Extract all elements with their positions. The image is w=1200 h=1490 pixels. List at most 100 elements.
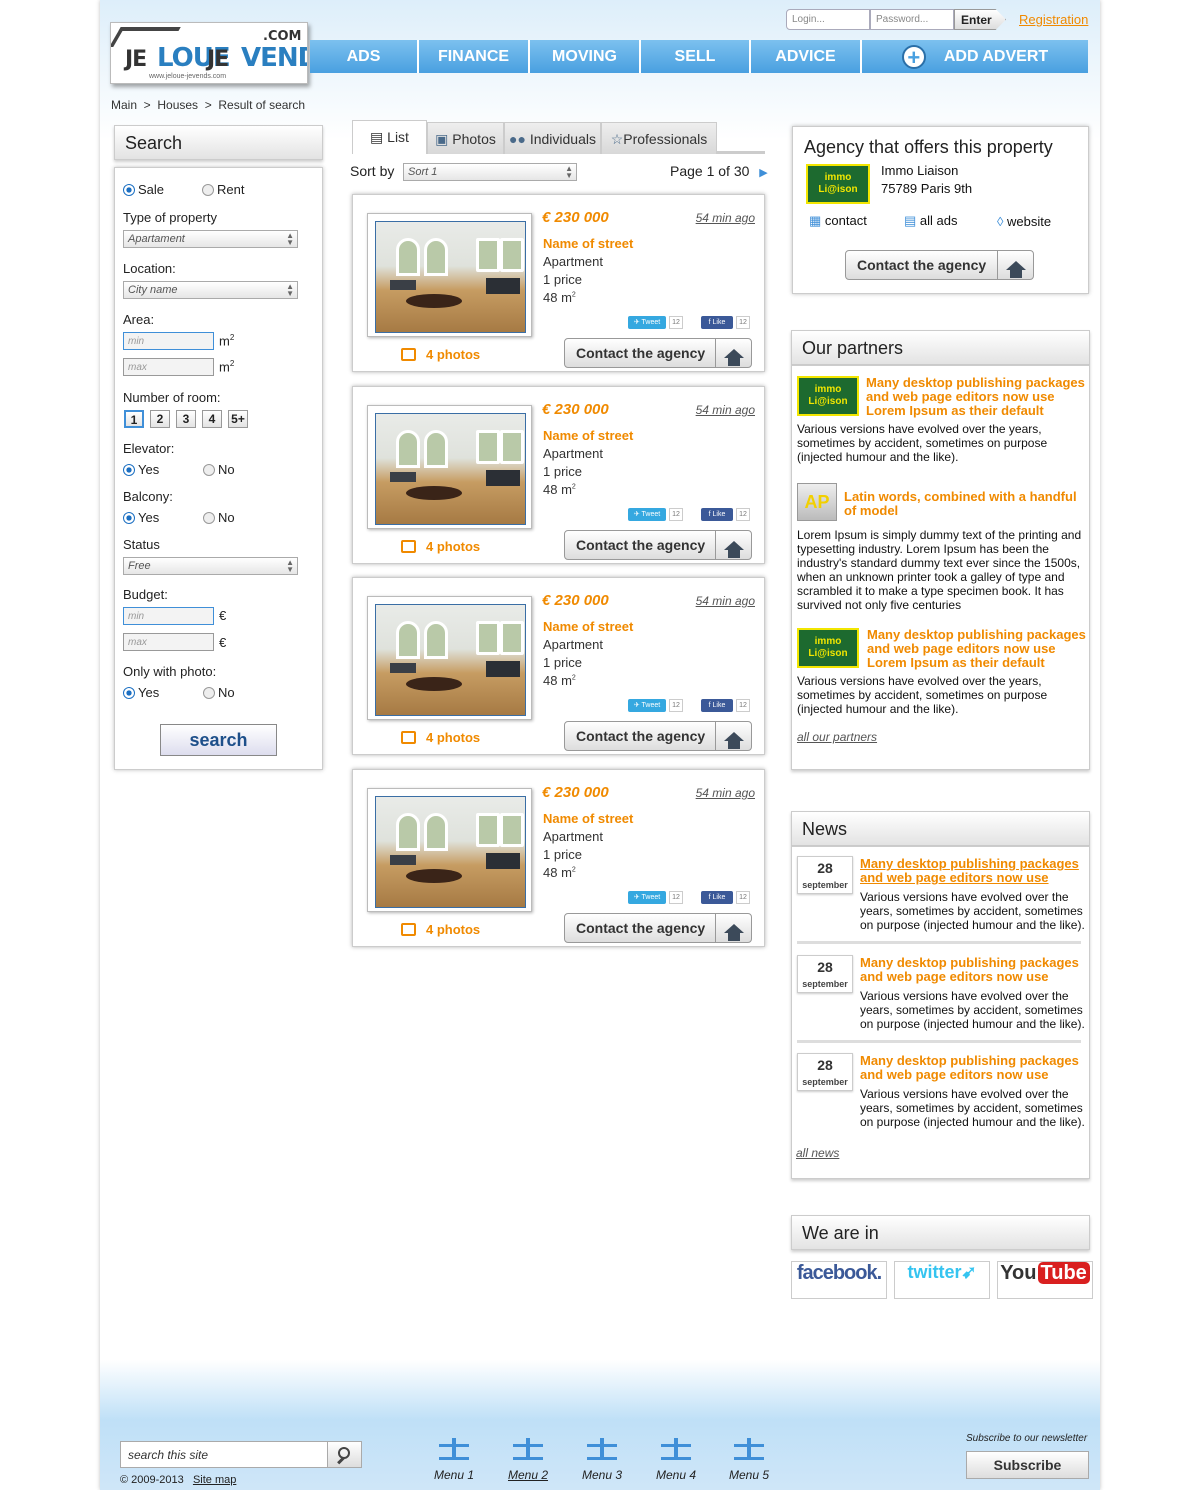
like-button[interactable]: f Like [701,508,733,521]
footer-search-button[interactable] [327,1441,362,1468]
budget-min-input[interactable]: min [123,607,214,625]
partner-logo-3[interactable]: immo Li@ison [797,628,859,668]
breadcrumb-houses[interactable]: Houses [157,98,198,112]
youtube-link[interactable]: You Tube [997,1261,1093,1299]
tab-individuals[interactable]: ●● Individuals [504,122,601,154]
footer-menu-4[interactable]: Menu 4 [646,1438,706,1482]
elevator-no[interactable]: No [203,462,235,477]
all-partners-link[interactable]: all our partners [797,730,877,744]
listing-time[interactable]: 54 min ago [696,403,755,417]
search-button[interactable]: search [160,724,277,756]
breadcrumb-main[interactable]: Main [111,98,137,112]
listing-card[interactable]: 4 photos € 230 000 54 min ago Name of stree… [352,194,765,372]
contact-agency-button[interactable]: Contact the agency [564,721,752,751]
like-button[interactable]: f Like [701,699,733,712]
elevator-yes[interactable]: Yes [123,462,159,477]
add-advert-button[interactable]: + ADD ADVERT [862,40,1088,73]
news-title-link[interactable]: Many desktop publishing packages and web… [860,1054,1085,1082]
nav-finance[interactable]: FINANCE [419,40,530,73]
balcony-no[interactable]: No [203,510,235,525]
room-1[interactable]: 1 [124,410,144,428]
listing-card[interactable]: 4 photos € 230 000 54 min ago Name of stree… [352,769,765,947]
all-news-link[interactable]: all news [796,1146,839,1160]
listing-photo[interactable] [367,596,532,720]
footer-menu-5[interactable]: Menu 5 [719,1438,779,1482]
radio-sale[interactable]: Sale [123,182,164,197]
agency-all-ads-link[interactable]: ▤ all ads [904,214,957,228]
news-title-link[interactable]: Many desktop publishing packages and web… [860,857,1085,885]
agency-website-link[interactable]: ◊ website [997,215,1051,229]
tab-list[interactable]: ▤ List [352,120,427,154]
budget-max-input[interactable]: max [123,633,214,651]
partner-title-3[interactable]: Many desktop publishing packages and web… [867,628,1089,670]
subscribe-button[interactable]: Subscribe [966,1451,1089,1479]
partner-title-2[interactable]: Latin words, combined with a handful of … [844,490,1084,518]
tweet-button[interactable]: ✈ Tweet [628,699,666,712]
tab-professionals[interactable]: ☆Professionals [601,122,717,154]
enter-button[interactable]: Enter [954,9,1006,30]
listing-card[interactable]: 4 photos € 230 000 54 min ago Name of stree… [352,386,765,564]
password-input[interactable]: Password... [870,9,954,30]
location-select[interactable]: City name ▲ ▼ [123,281,298,299]
news-title-link[interactable]: Many desktop publishing packages and web… [860,956,1085,984]
partner-logo-1[interactable]: immo Li@ison [797,376,859,416]
listing-photo[interactable] [367,788,532,912]
registration-link[interactable]: Registration [1019,12,1088,27]
sort-select[interactable]: Sort 1 ▲ ▼ [403,163,577,181]
partner-title-1[interactable]: Many desktop publishing packages and web… [866,376,1088,418]
room-5plus[interactable]: 5+ [228,410,248,428]
contact-agency-button[interactable]: Contact the agency [564,338,752,368]
sitemap-link[interactable]: Site map [193,1474,236,1486]
agency-logo[interactable]: immo Li@ison [806,164,870,204]
footer-menu-1[interactable]: Menu 1 [424,1438,484,1482]
listing-card[interactable]: 4 photos € 230 000 54 min ago Name of stree… [352,577,765,755]
login-input[interactable]: Login... [786,9,870,30]
area-min-input[interactable]: min [123,332,214,350]
tab-photos[interactable]: ▣ Photos [427,122,504,154]
photo-yes[interactable]: Yes [123,685,159,700]
agency-contact-button[interactable]: Contact the agency [845,250,1034,280]
footer-menu-2[interactable]: Menu 2 [498,1438,558,1482]
like-button[interactable]: f Like [701,316,733,329]
tweet-button[interactable]: ✈ Tweet [628,891,666,904]
listing-street[interactable]: Name of street [543,619,633,634]
footer-search-input[interactable]: search this site [120,1441,360,1468]
photos-link[interactable]: 4 photos [401,347,480,362]
listing-time[interactable]: 54 min ago [696,594,755,608]
site-logo[interactable]: .COM JE LOUE JE VENDS www.jeloue-jevends… [110,22,308,84]
tweet-button[interactable]: ✈ Tweet [628,508,666,521]
radio-rent[interactable]: Rent [202,182,244,197]
photo-no[interactable]: No [203,685,235,700]
type-select[interactable]: Apartament ▲ ▼ [123,230,298,248]
photos-link[interactable]: 4 photos [401,922,480,937]
footer-menu-3[interactable]: Menu 3 [572,1438,632,1482]
room-2[interactable]: 2 [150,410,170,428]
nav-ads[interactable]: ADS [310,40,419,73]
photos-link[interactable]: 4 photos [401,539,480,554]
nav-advice[interactable]: ADVICE [751,40,862,73]
nav-moving[interactable]: MOVING [530,40,641,73]
listing-street[interactable]: Name of street [543,236,633,251]
photos-link[interactable]: 4 photos [401,730,480,745]
room-3[interactable]: 3 [176,410,196,428]
area-max-input[interactable]: max [123,358,214,376]
partner-logo-2[interactable]: AP [797,483,837,521]
listing-street[interactable]: Name of street [543,428,633,443]
listing-time[interactable]: 54 min ago [696,786,755,800]
contact-agency-button[interactable]: Contact the agency [564,913,752,943]
tweet-button[interactable]: ✈ Tweet [628,316,666,329]
contact-agency-button[interactable]: Contact the agency [564,530,752,560]
balcony-yes[interactable]: Yes [123,510,159,525]
status-select[interactable]: Free ▲ ▼ [123,557,298,575]
listing-photo[interactable] [367,405,532,529]
facebook-link[interactable]: facebook. [791,1261,887,1299]
listing-photo[interactable] [367,213,532,337]
twitter-link[interactable]: twitter➹ [894,1261,990,1299]
nav-sell[interactable]: SELL [641,40,751,73]
room-4[interactable]: 4 [202,410,222,428]
agency-contact-link[interactable]: ▦ contact [809,214,867,228]
next-page-icon[interactable]: ▶ [759,167,767,179]
like-button[interactable]: f Like [701,891,733,904]
listing-street[interactable]: Name of street [543,811,633,826]
listing-time[interactable]: 54 min ago [696,211,755,225]
